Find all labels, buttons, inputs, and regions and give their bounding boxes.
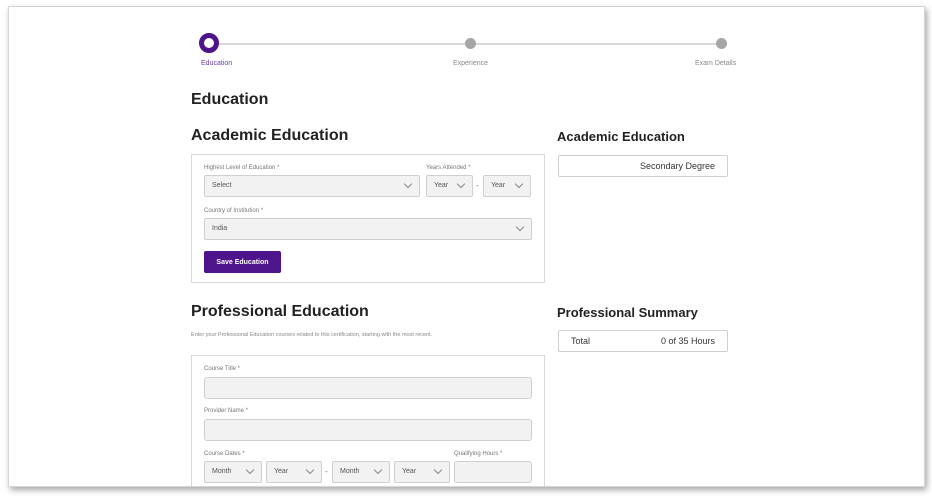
select-value: Month [212, 468, 232, 475]
highest-level-label: Highest Level of Education * [204, 165, 280, 171]
select-value: Year [434, 182, 449, 189]
chevron-down-icon [373, 465, 383, 475]
chevron-down-icon [514, 179, 524, 189]
step-dot [716, 38, 727, 49]
academic-summary-box: Secondary Degree [558, 155, 728, 177]
professional-section-title: Professional Education [191, 303, 369, 320]
qualifying-hours-label: Qualifying Hours * [454, 451, 503, 457]
academic-section-title: Academic Education [191, 127, 349, 144]
course-title-label: Course Title * [204, 366, 241, 372]
end-month-select[interactable]: Month [332, 461, 390, 483]
country-select[interactable]: India [204, 218, 532, 240]
year-from-select[interactable]: Year [426, 175, 473, 197]
step-label: Experience [453, 60, 489, 67]
chevron-down-icon [515, 222, 525, 232]
stepper-line [476, 43, 716, 45]
select-value: Year [402, 468, 417, 475]
professional-form-card: Course Title * Provider Name * Course Da… [191, 355, 545, 486]
start-month-select[interactable]: Month [204, 461, 262, 483]
start-year-select[interactable]: Year [266, 461, 322, 483]
select-value: Select [212, 182, 232, 189]
academic-summary-value: Secondary Degree [639, 161, 715, 171]
qualifying-hours-input[interactable] [454, 461, 532, 483]
save-education-button[interactable]: Save Education [204, 251, 281, 273]
page-frame: Education Experience Exam Details Educat… [8, 6, 925, 487]
date-separator: - [325, 467, 328, 476]
professional-helper-text: Enter your Professional Education course… [191, 332, 433, 338]
academic-form-card: Highest Level of Education * Select Year… [191, 154, 545, 283]
total-hours-value: 0 of 35 Hours [660, 336, 715, 346]
provider-name-input[interactable] [204, 419, 532, 441]
highest-level-select[interactable]: Select [204, 175, 420, 197]
step-label: Exam Details [695, 60, 737, 67]
country-label: Country of Institution * [204, 208, 264, 214]
years-attended-label: Years Attended * [426, 165, 471, 171]
chevron-down-icon [403, 179, 413, 189]
provider-name-label: Provider Name * [204, 408, 249, 414]
chevron-down-icon [245, 465, 255, 475]
course-title-input[interactable] [204, 377, 532, 399]
progress-stepper: Education Experience Exam Details [191, 33, 736, 73]
page-title: Education [191, 91, 269, 108]
chevron-down-icon [456, 179, 466, 189]
total-label: Total [571, 336, 591, 346]
year-to-select[interactable]: Year [483, 175, 531, 197]
select-value: Month [340, 468, 360, 475]
end-year-select[interactable]: Year [394, 461, 450, 483]
chevron-down-icon [305, 465, 315, 475]
step-label: Education [201, 60, 233, 67]
course-dates-label: Course Dates * [204, 451, 245, 457]
stepper-line [215, 43, 465, 45]
select-value: Year [491, 182, 506, 189]
chevron-down-icon [433, 465, 443, 475]
select-value: Year [274, 468, 289, 475]
select-value: India [212, 225, 228, 232]
professional-summary-title: Professional Summary [557, 305, 698, 320]
step-active-dot [199, 33, 219, 53]
year-separator: - [476, 181, 479, 190]
step-dot [465, 38, 476, 49]
professional-summary-box: Total 0 of 35 Hours [558, 330, 728, 352]
academic-summary-title: Academic Education [557, 129, 685, 144]
